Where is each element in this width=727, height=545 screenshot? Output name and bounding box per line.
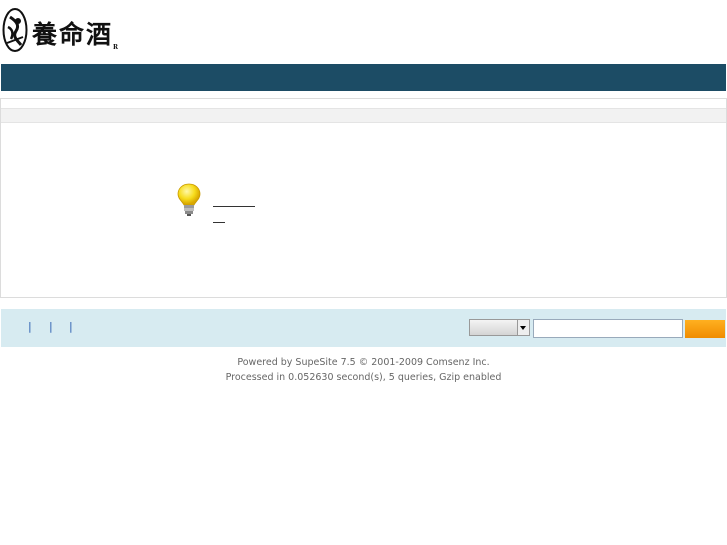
footer-separator: | [28,320,32,333]
chevron-down-icon[interactable] [517,320,529,335]
copyright-line1: Powered by SupeSite 7.5 © 2001-2009 Coms… [237,357,490,368]
back-link[interactable] [213,217,225,223]
lightbulb-icon [177,183,201,216]
footer-separator: | [69,320,73,333]
footer-separator: | [49,320,53,333]
nav-bar [1,64,726,91]
site-logo[interactable]: 養命酒R [2,7,118,55]
logo-text: 養命酒R [32,20,119,51]
site-header: 養命酒R [0,0,727,62]
panel-title-strip [1,108,726,123]
copyright-line2: Processed in 0.052630 second(s), 5 queri… [225,372,502,383]
search-input[interactable] [533,319,683,338]
search-button[interactable] [685,320,725,338]
search-type-select[interactable] [469,319,530,336]
registered-mark: R [113,44,119,51]
message-panel [0,98,727,298]
message-link[interactable] [213,201,255,207]
copyright: Powered by SupeSite 7.5 © 2001-2009 Coms… [0,355,727,385]
logo-emblem-icon [2,8,28,52]
footer-bar: | | | [1,309,726,347]
